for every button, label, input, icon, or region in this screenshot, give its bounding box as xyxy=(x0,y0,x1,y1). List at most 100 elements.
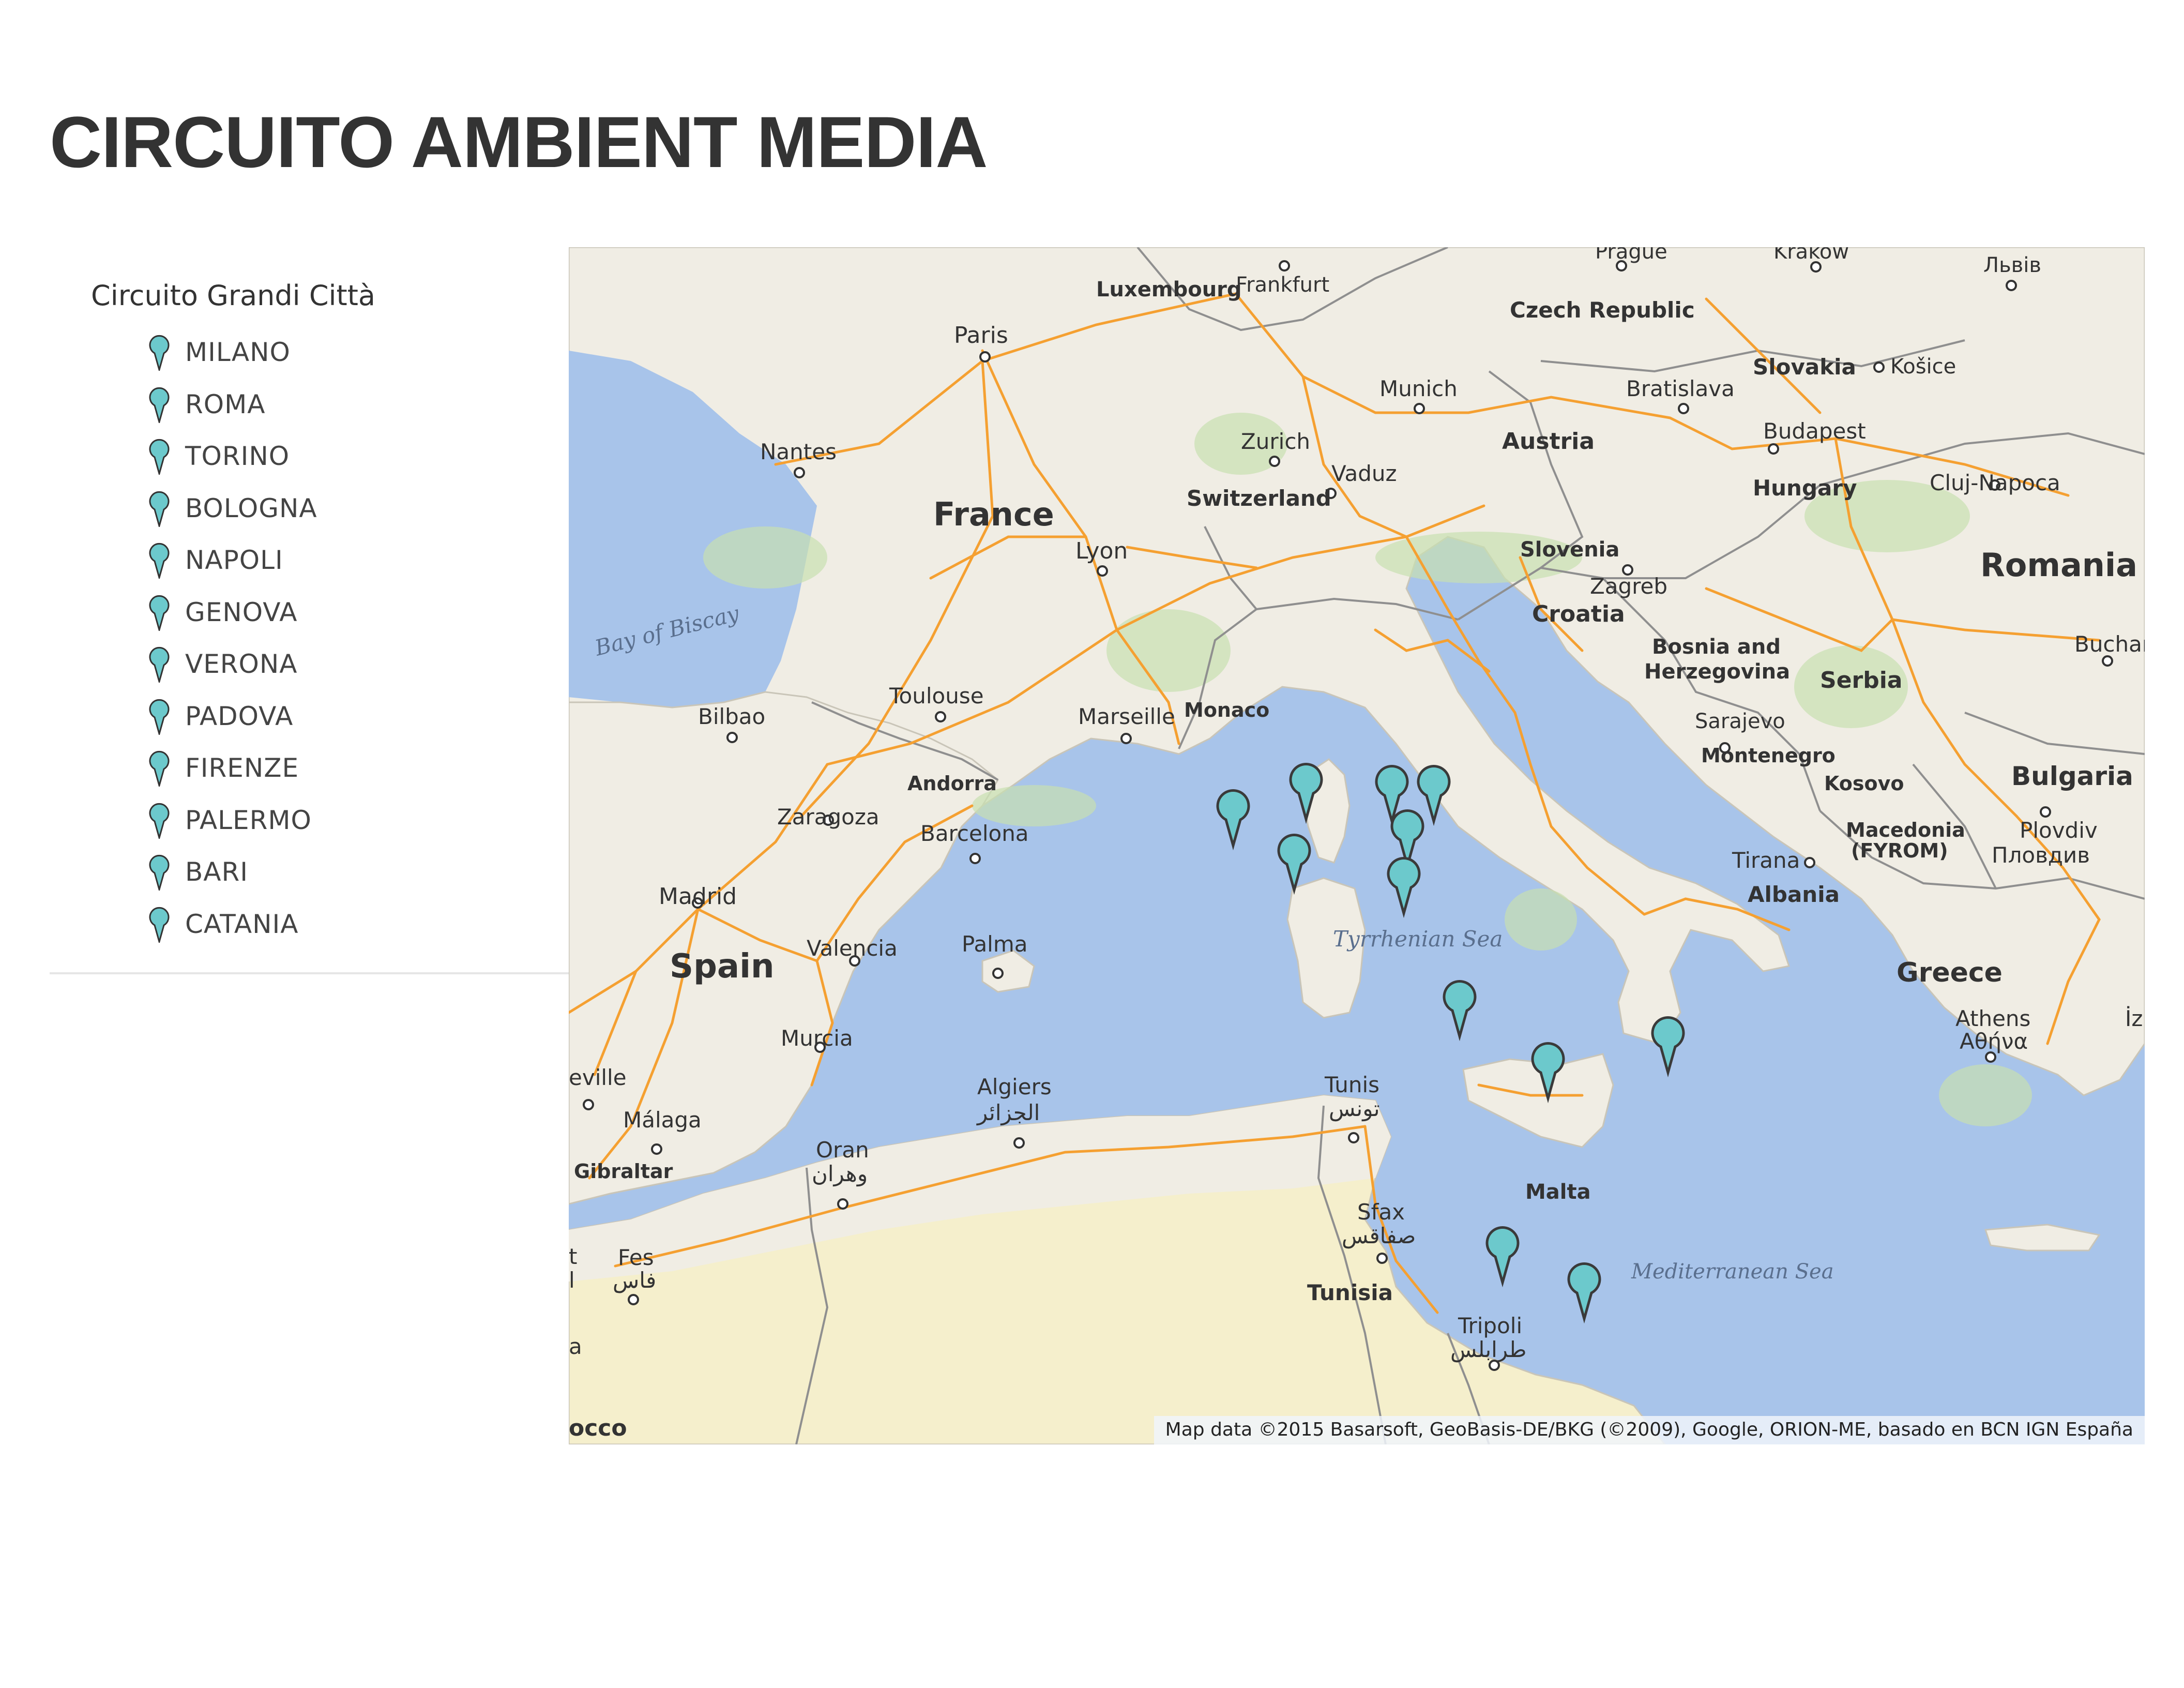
label-lyon: Lyon xyxy=(1075,538,1128,564)
label-bulgaria: Bulgaria xyxy=(2011,761,2133,791)
label-tirana: Tirana xyxy=(1732,848,1800,873)
map-svg[interactable]: Prague Kraków Львів Luxembourg Frankfurt… xyxy=(569,247,2145,1444)
legend-item-firenze[interactable]: FIRENZE xyxy=(148,742,556,794)
label-iz: İz xyxy=(2125,1005,2143,1031)
legend-item-label: NAPOLI xyxy=(185,545,283,576)
label-switzerland: Switzerland xyxy=(1187,486,1331,511)
label-kosice: Košice xyxy=(1890,355,1956,379)
label-krakow: Kraków xyxy=(1773,247,1849,264)
label-croatia: Croatia xyxy=(1532,601,1625,627)
label-left-a: a xyxy=(569,1334,582,1359)
label-bosnia-herzegovina: Bosnia and xyxy=(1652,635,1781,659)
legend-item-bologna[interactable]: BOLOGNA xyxy=(148,482,556,534)
label-montenegro: Montenegro xyxy=(1701,744,1836,767)
map-pin-icon xyxy=(149,543,170,579)
label-toulouse: Toulouse xyxy=(889,683,984,709)
label-slovakia: Slovakia xyxy=(1753,354,1856,380)
label-nantes: Nantes xyxy=(760,439,837,464)
legend-divider xyxy=(50,972,572,974)
label-greece: Greece xyxy=(1897,957,2003,988)
label-austria: Austria xyxy=(1502,428,1595,455)
label-bilbao: Bilbao xyxy=(698,704,765,729)
map-pin-icon xyxy=(149,595,170,631)
label-fes: Fes xyxy=(618,1245,654,1270)
legend-item-catania[interactable]: CATANIA xyxy=(148,898,556,950)
label-bucharest: Buchare xyxy=(2074,631,2145,657)
label-zaragoza: Zaragoza xyxy=(777,804,879,830)
label-fes-ar: فاس xyxy=(613,1268,656,1293)
label-frankfurt: Frankfurt xyxy=(1236,273,1329,297)
legend-title: Circuito Grandi Città xyxy=(91,279,375,312)
legend-item-verona[interactable]: VERONA xyxy=(148,638,556,690)
label-cluj-napoca: Cluj-Napoca xyxy=(1930,470,2060,495)
label-plovdiv: Plovdiv xyxy=(2020,818,2098,843)
label-lviv: Львів xyxy=(1983,253,2041,277)
label-munich: Munich xyxy=(1379,376,1458,401)
label-morocco: occo xyxy=(569,1415,627,1441)
label-gibraltar: Gibraltar xyxy=(574,1160,673,1183)
legend-item-label: ROMA xyxy=(185,389,266,419)
map-legend: Circuito Grandi Città MILANO ROMA TORINO… xyxy=(91,279,556,950)
label-prague: Prague xyxy=(1595,247,1667,264)
legend-item-label: BOLOGNA xyxy=(185,493,317,523)
legend-item-label: CATANIA xyxy=(185,909,299,939)
label-sfax: Sfax xyxy=(1357,1199,1405,1225)
map-pin-icon xyxy=(149,907,170,943)
label-algiers: Algiers xyxy=(977,1074,1052,1099)
label-sarajevo: Sarajevo xyxy=(1695,710,1785,733)
label-macedonia: Macedonia xyxy=(1846,819,1965,841)
label-czech-republic: Czech Republic xyxy=(1510,297,1695,323)
legend-item-bari[interactable]: BARI xyxy=(148,846,556,898)
label-spain: Spain xyxy=(670,947,775,986)
label-valencia: Valencia xyxy=(807,936,898,961)
label-tripoli-ar: طرابلس xyxy=(1450,1337,1526,1362)
legend-item-label: MILANO xyxy=(185,337,291,368)
map-attribution: Map data ©2015 Basarsoft, GeoBasis-DE/BK… xyxy=(1154,1416,2145,1444)
legend-item-milano[interactable]: MILANO xyxy=(148,326,556,379)
legend-item-torino[interactable]: TORINO xyxy=(148,430,556,483)
map-pin-icon xyxy=(149,751,170,787)
label-andorra: Andorra xyxy=(907,772,997,795)
map-canvas[interactable]: Prague Kraków Львів Luxembourg Frankfurt… xyxy=(569,247,2145,1444)
label-zurich: Zurich xyxy=(1241,429,1310,454)
map-pin-icon xyxy=(149,647,170,683)
label-madrid: Madrid xyxy=(659,883,737,910)
label-murcia: Murcia xyxy=(781,1026,853,1051)
label-seville: eville xyxy=(569,1065,627,1090)
legend-item-label: PADOVA xyxy=(185,701,294,731)
legend-item-genova[interactable]: GENOVA xyxy=(148,586,556,638)
map-pin-icon xyxy=(149,439,170,475)
label-tunis-ar: تونس xyxy=(1329,1096,1380,1121)
map-pin-icon xyxy=(149,491,170,527)
label-barcelona: Barcelona xyxy=(920,821,1029,846)
legend-item-label: VERONA xyxy=(185,649,298,680)
label-zagreb: Zagreb xyxy=(1590,574,1667,599)
label-serbia: Serbia xyxy=(1820,667,1903,694)
label-palma: Palma xyxy=(962,931,1028,957)
map-pin-icon xyxy=(149,699,170,735)
label-oran-ar: وهران xyxy=(812,1161,868,1186)
map-pin-icon xyxy=(149,855,170,891)
label-malta: Malta xyxy=(1525,1180,1591,1204)
label-algiers-ar: الجزائر xyxy=(976,1100,1040,1125)
map-pin-icon xyxy=(149,803,170,839)
label-tyrrhenian-sea: Tyrrhenian Sea xyxy=(1333,926,1503,952)
legend-item-padova[interactable]: PADOVA xyxy=(148,690,556,742)
label-athens: Athens xyxy=(1955,1006,2030,1031)
legend-item-napoli[interactable]: NAPOLI xyxy=(148,534,556,586)
legend-item-palermo[interactable]: PALERMO xyxy=(148,794,556,846)
label-marseille: Marseille xyxy=(1078,704,1175,729)
legend-item-label: TORINO xyxy=(185,441,290,472)
label-tunisia: Tunisia xyxy=(1307,1280,1393,1305)
map-pin-icon xyxy=(149,335,170,371)
label-slovenia: Slovenia xyxy=(1520,538,1619,562)
label-tripoli: Tripoli xyxy=(1458,1313,1522,1338)
label-athens-gr: Αθήνα xyxy=(1960,1029,2028,1054)
label-bosnia-herzegovina-2: Herzegovina xyxy=(1644,660,1790,684)
label-oran: Oran xyxy=(816,1137,869,1163)
label-hungary: Hungary xyxy=(1753,475,1857,501)
label-romania: Romania xyxy=(1980,546,2137,584)
legend-item-roma[interactable]: ROMA xyxy=(148,378,556,430)
label-paris: Paris xyxy=(954,322,1008,349)
label-tunis: Tunis xyxy=(1324,1072,1379,1097)
